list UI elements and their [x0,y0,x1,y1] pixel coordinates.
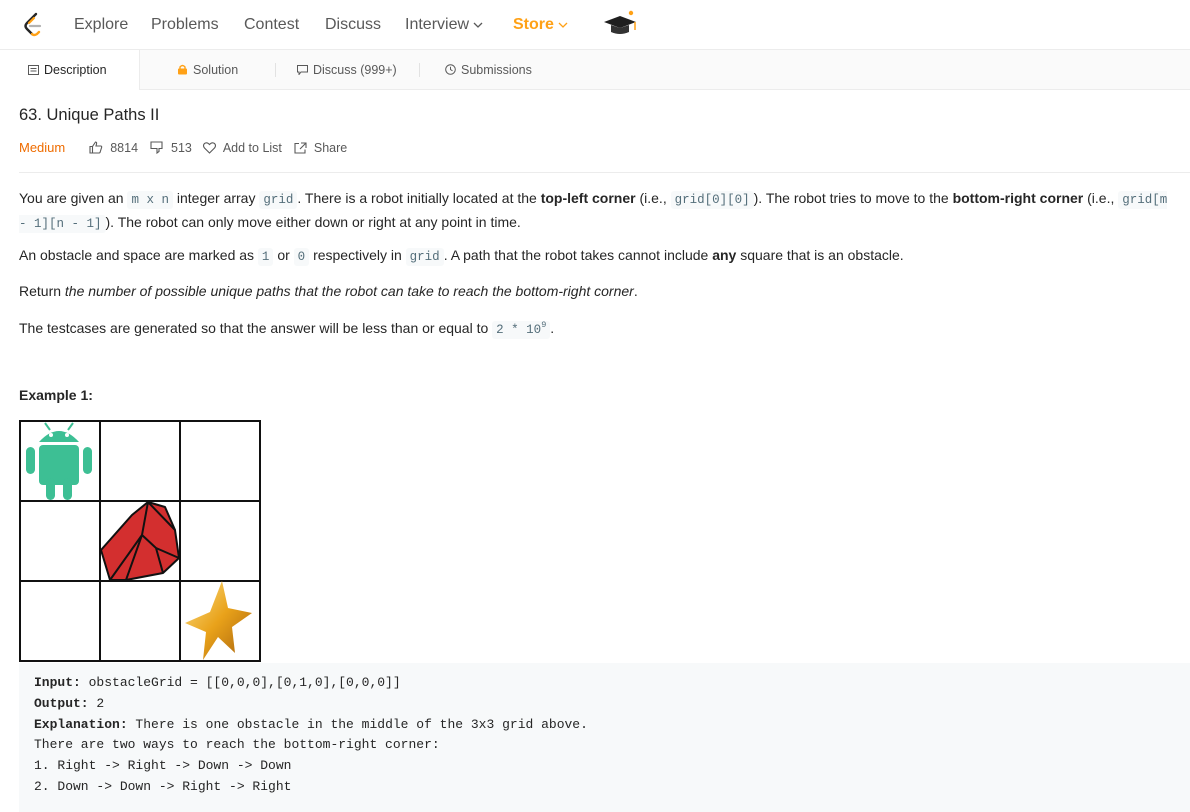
likes-count: 8814 [110,140,139,155]
inline-code: grid [405,248,444,266]
nav-interview-label: Interview [405,16,470,33]
share-button[interactable]: Share [314,141,347,155]
nav-store-label: Store [513,16,554,33]
tab-submissions-label: Submissions [461,63,532,77]
heart-icon[interactable] [203,141,217,154]
comment-icon [297,64,308,76]
obstacle-rock-icon [100,501,180,581]
description-paragraph: An obstacle and space are marked as 1 or… [19,244,1179,268]
text: ). The robot tries to move to the [753,190,953,206]
text: square that is an obstacle. [736,247,904,263]
text: An obstacle and space are marked as [19,247,258,263]
example-output-line: Output: 2 [34,694,1175,715]
divider [19,172,1190,173]
description-paragraph: The testcases are generated so that the … [19,315,1179,341]
example-text-line: 2. Down -> Down -> Right -> Right [34,778,292,794]
top-navbar: Explore Problems Contest Discuss Intervi… [0,0,1190,50]
text: (i.e., [635,190,671,206]
graduation-cap-icon[interactable] [602,8,640,38]
example-block: Input: obstacleGrid = [[0,0,0],[0,1,0],[… [19,663,1190,812]
tab-discuss-label: Discuss (999+) [313,63,397,77]
example-explanation-line: Explanation: There is one obstacle in th… [34,715,1175,736]
thumbs-down-icon[interactable] [149,141,164,155]
android-robot-icon [26,422,92,500]
example-title: Example 1: [19,387,93,403]
inline-code: 0 [293,248,310,266]
example-text-line: 1. Right -> Right -> Down -> Down [34,758,292,774]
inline-code: grid[0][0] [670,191,754,209]
text: . There is a robot initially located at … [297,190,541,206]
description-icon [28,64,39,75]
nav-store[interactable]: Store [513,15,568,35]
label: Input: [34,675,81,690]
text: . [550,320,555,337]
difficulty-badge: Medium [19,140,66,156]
clock-icon [445,64,456,76]
tab-description[interactable]: Description [0,50,140,90]
example-input-line: Input: obstacleGrid = [[0,0,0],[0,1,0],[… [34,673,1175,694]
nav-contest[interactable]: Contest [244,15,299,35]
add-to-list-button[interactable]: Add to List [223,141,282,155]
bold-text: top-left corner [540,190,636,206]
code-text: 2 * 10 [496,323,542,338]
example-grid-image [19,420,261,662]
example-text-line: There are two ways to reach the bottom-r… [34,737,440,753]
value: obstacleGrid = [[0,0,0],[0,1,0],[0,0,0]] [80,675,401,690]
nav-explore[interactable]: Explore [74,15,128,35]
bold-text: any [712,247,737,263]
problem-tabs: Description Solution Discuss (999+) Subm… [0,50,1190,90]
chevron-down-icon [558,22,568,28]
text: . [633,283,638,299]
tab-description-label: Description [44,63,107,77]
text: The testcases are generated so that the … [19,320,493,337]
tab-discuss[interactable]: Discuss (999+) [297,50,397,90]
value: There is one obstacle in the middle of t… [127,716,588,732]
tab-solution-label: Solution [193,63,239,77]
chevron-down-icon [473,22,483,28]
text: respectively in [309,247,406,263]
inline-code: 1 [257,248,274,266]
star-goal-icon [185,581,252,660]
nav-discuss[interactable]: Discuss [325,15,381,35]
tab-solution[interactable]: Solution [177,50,238,90]
inline-code: grid [259,191,298,209]
label: Explanation: [34,716,128,732]
problem-title: 63. Unique Paths II [19,106,160,124]
nav-problems[interactable]: Problems [151,15,219,35]
text: Return [19,283,65,299]
text: or [273,247,294,263]
problem-meta: Medium 8814 513 Add to List Share [19,140,347,158]
inline-code: 2 * 109 [492,320,551,340]
label: Output: [34,695,89,711]
tab-submissions[interactable]: Submissions [445,50,532,90]
lock-icon [178,65,187,75]
italic-text: the number of possible unique paths that… [64,283,634,299]
tab-divider [275,63,276,77]
dislikes-count: 513 [171,140,192,155]
nav-interview[interactable]: Interview [405,15,483,35]
text: integer array [172,190,260,206]
tab-divider [419,63,420,77]
superscript: 9 [541,320,547,330]
bold-text: bottom-right corner [952,190,1084,206]
description-paragraph: You are given an m x n integer array gri… [19,187,1179,235]
value: 2 [88,695,105,711]
text: (i.e., [1083,190,1119,206]
thumbs-up-icon[interactable] [89,141,103,154]
text: . A path that the robot takes cannot inc… [443,247,713,263]
inline-code: m x n [127,191,173,209]
description-paragraph: Return the number of possible unique pat… [19,280,1179,302]
leetcode-logo-icon[interactable] [22,12,44,38]
text: You are given an [19,190,128,206]
text: ). The robot can only move either down o… [105,214,521,230]
share-icon[interactable] [294,142,307,154]
